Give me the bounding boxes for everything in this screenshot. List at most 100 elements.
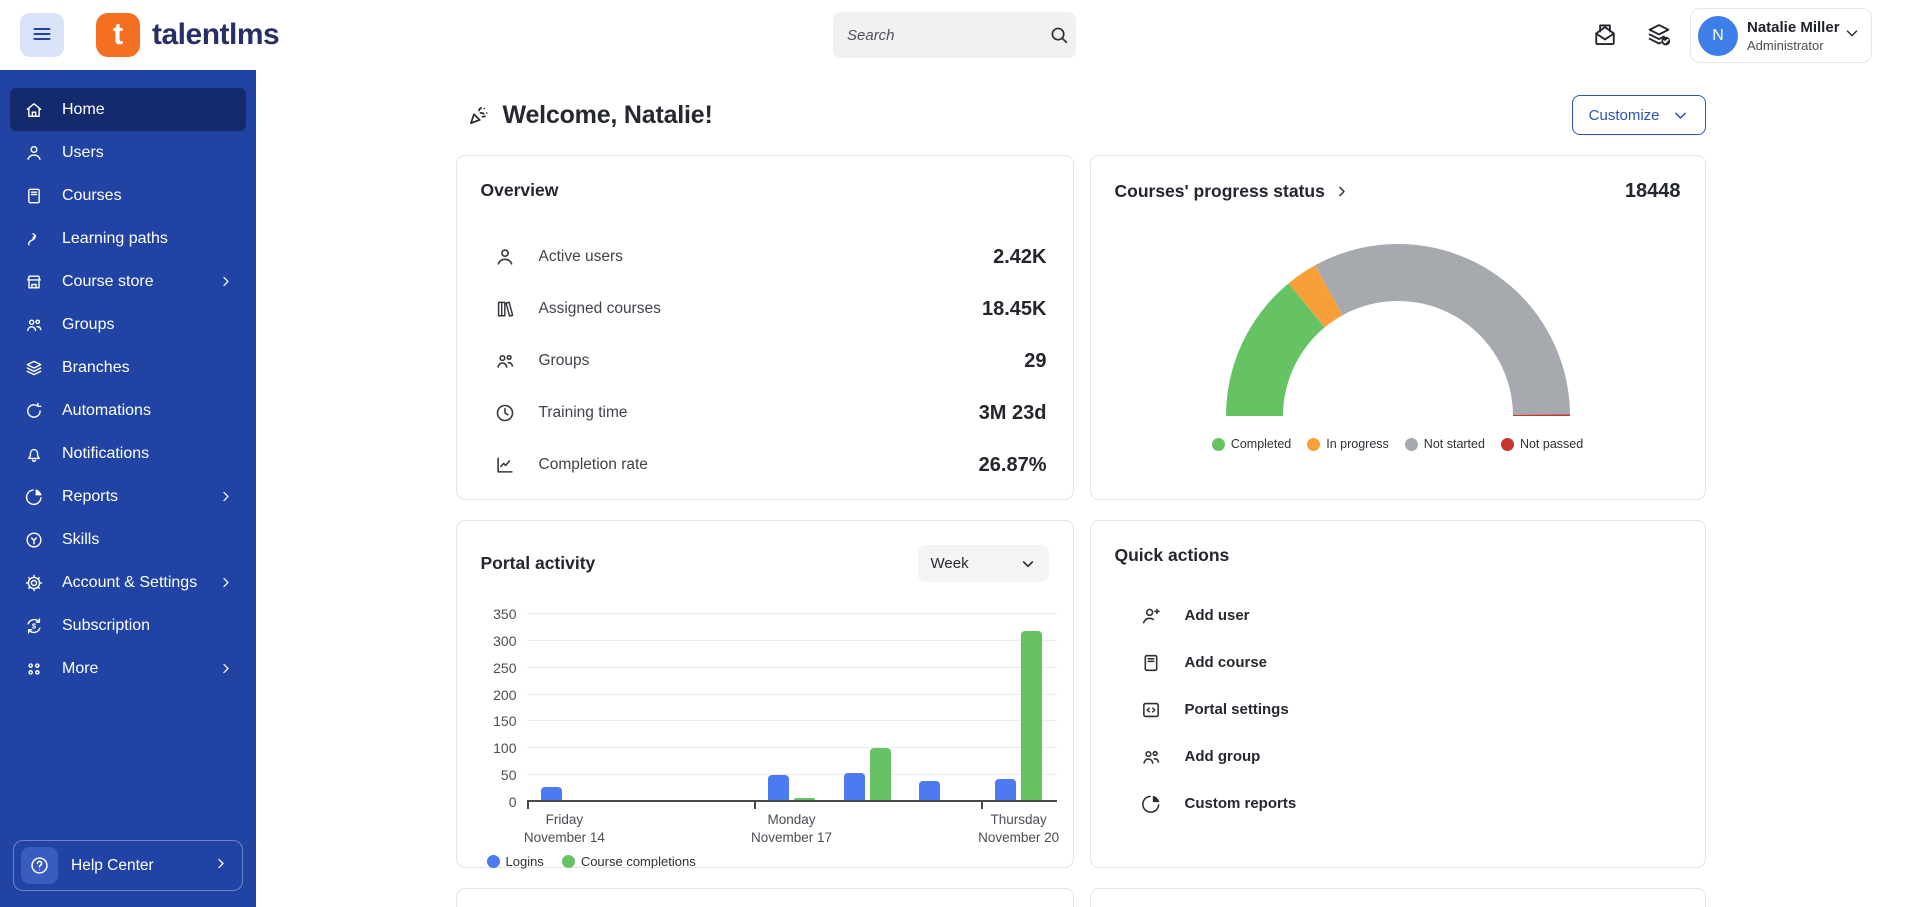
stat-row-active-users: Active users 2.42K [481, 231, 1049, 283]
sidebar-item-account-settings[interactable]: Account & Settings [10, 561, 246, 604]
range-selected-value: Week [931, 555, 969, 572]
x-axis-line [527, 800, 1057, 802]
user-plus-icon [1139, 604, 1163, 628]
user-icon [493, 245, 517, 269]
gauge-legend: CompletedIn progressNot startedNot passe… [1115, 437, 1681, 451]
sidebar-item-label: Account & Settings [62, 574, 197, 592]
pie-icon [1139, 792, 1163, 816]
sidebar-item-automations[interactable]: Automations [10, 389, 246, 432]
progress-total-value: 18448 [1625, 180, 1681, 203]
sidebar-item-groups[interactable]: Groups [10, 303, 246, 346]
overview-stats: Active users2.42KAssigned courses18.45KG… [481, 231, 1049, 491]
bar-logins[interactable] [844, 773, 865, 800]
partial-card-right [1090, 888, 1706, 907]
quick-actions-card: Quick actions Add userAdd coursePortal s… [1090, 520, 1706, 868]
sidebar-item-users[interactable]: Users [10, 131, 246, 174]
sidebar-item-label: Courses [62, 187, 122, 205]
sidebar-item-notifications[interactable]: Notifications [10, 432, 246, 475]
legend-label: Completed [1231, 437, 1291, 451]
legend-dot [1405, 438, 1418, 451]
hamburger-menu-button[interactable] [20, 13, 64, 57]
stat-value: 2.42K [993, 246, 1046, 269]
portal-activity-title: Portal activity [481, 553, 596, 574]
help-center-label: Help Center [71, 857, 200, 875]
partial-card-left [456, 888, 1074, 907]
user-avatar: N [1698, 16, 1738, 56]
bell-icon [23, 443, 44, 464]
add-group-action[interactable]: Add group [1115, 733, 1681, 780]
chevron-down-icon [1843, 24, 1861, 47]
add-user-action[interactable]: Add user [1115, 592, 1681, 639]
topbar: t talentlms N Natalie Miller Administrat… [0, 0, 1905, 70]
stat-label: Groups [539, 352, 590, 370]
automation-icon [23, 400, 44, 421]
legend-dot [487, 855, 500, 868]
sidebar-item-course-store[interactable]: Course store [10, 260, 246, 303]
help-center-button[interactable]: Help Center [13, 840, 243, 891]
bar-group-tuesday-november-18 [829, 748, 905, 800]
add-course-action[interactable]: Add course [1115, 639, 1681, 686]
overview-card: Overview Active users2.42KAssigned cours… [456, 155, 1074, 500]
portal-settings-action[interactable]: Portal settings [1115, 686, 1681, 733]
chevron-right-icon [218, 661, 233, 676]
progress-gauge-chart [1115, 217, 1681, 423]
stat-row-groups: Groups29 [481, 335, 1049, 387]
chart-icon [493, 453, 517, 477]
legend-item-not-passed: Not passed [1501, 437, 1583, 451]
sidebar-item-learning-paths[interactable]: Learning paths [10, 217, 246, 260]
quick-actions-list: Add userAdd coursePortal settingsAdd gro… [1115, 592, 1681, 827]
sidebar-item-label: Home [62, 101, 105, 119]
stat-label: Active users [539, 248, 623, 266]
bar-logins[interactable] [768, 775, 789, 800]
y-axis-label: 200 [483, 687, 517, 703]
gear-icon [23, 572, 44, 593]
sidebar-item-reports[interactable]: Reports [10, 475, 246, 518]
sidebar-item-label: Learning paths [62, 230, 168, 248]
user-menu[interactable]: N Natalie Miller Administrator [1690, 8, 1872, 63]
range-select-dropdown[interactable]: Week [918, 545, 1049, 582]
sidebar-item-branches[interactable]: Branches [10, 346, 246, 389]
search-box [833, 12, 1076, 58]
chevron-right-icon [1334, 184, 1349, 199]
help-icon [21, 847, 58, 884]
bar-logins[interactable] [541, 787, 562, 800]
sidebar-item-more[interactable]: More [10, 647, 246, 690]
bar-course-completions[interactable] [794, 798, 815, 800]
bar-logins[interactable] [995, 779, 1016, 801]
progress-status-link[interactable]: Courses' progress status [1115, 181, 1349, 202]
y-axis-label: 250 [483, 660, 517, 676]
legend-label: Logins [506, 854, 544, 869]
legend-item-logins: Logins [487, 854, 544, 869]
sidebar-item-label: Skills [62, 531, 99, 549]
sidebar-item-skills[interactable]: Skills [10, 518, 246, 561]
x-axis-label: FridayNovember 14 [524, 811, 605, 846]
bar-course-completions[interactable] [1021, 631, 1042, 800]
chevron-down-icon [1672, 107, 1689, 124]
bar-logins[interactable] [919, 781, 940, 800]
search-input[interactable] [847, 27, 1048, 44]
course-stack-button[interactable] [1644, 21, 1674, 51]
store-icon [23, 271, 44, 292]
bar-course-completions[interactable] [870, 748, 891, 800]
search-icon[interactable] [1048, 24, 1070, 46]
stack-check-icon [1645, 37, 1673, 52]
book-icon [23, 185, 44, 206]
sidebar-item-courses[interactable]: Courses [10, 174, 246, 217]
stat-row-training-time: Training time3M 23d [481, 387, 1049, 439]
user-icon [23, 142, 44, 163]
bar-group-monday-november-17 [754, 775, 830, 800]
sidebar-item-home[interactable]: Home [10, 88, 246, 131]
custom-reports-action[interactable]: Custom reports [1115, 780, 1681, 827]
messages-inbox-button[interactable] [1590, 21, 1620, 51]
legend-dot [1501, 438, 1514, 451]
overview-title: Overview [481, 180, 1049, 201]
action-label: Custom reports [1185, 795, 1297, 812]
talentlms-logo[interactable]: t talentlms [96, 13, 279, 57]
sidebar-item-subscription[interactable]: $Subscription [10, 604, 246, 647]
y-axis-label: 150 [483, 713, 517, 729]
x-axis-label: MondayNovember 17 [751, 811, 832, 846]
user-name: Natalie Miller [1747, 19, 1834, 36]
customize-button[interactable]: Customize [1572, 95, 1706, 135]
legend-label: Not started [1424, 437, 1485, 451]
user-role: Administrator [1747, 38, 1834, 53]
